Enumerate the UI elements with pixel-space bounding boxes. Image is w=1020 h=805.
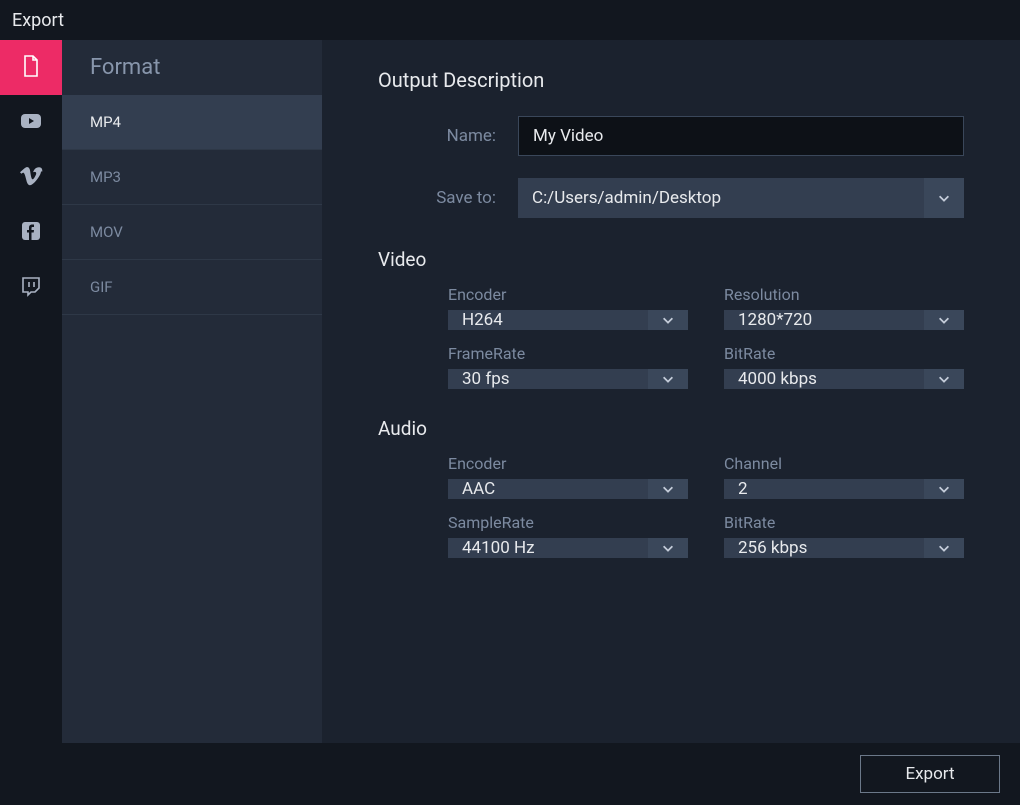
chevron-down-icon: [648, 538, 688, 558]
audio-encoder-label: Encoder: [448, 454, 688, 473]
export-button-label: Export: [905, 764, 954, 784]
video-encoder-dropdown[interactable]: H264: [448, 310, 688, 330]
facebook-icon: [19, 219, 43, 247]
sidebar-item-file[interactable]: [0, 40, 62, 95]
video-bitrate-value: 4000 kbps: [724, 369, 924, 389]
video-resolution-dropdown[interactable]: 1280*720: [724, 310, 964, 330]
audio-bitrate-value: 256 kbps: [724, 538, 924, 558]
format-item-gif[interactable]: GIF: [62, 260, 322, 315]
chevron-down-icon: [648, 479, 688, 499]
video-framerate-dropdown[interactable]: 30 fps: [448, 369, 688, 389]
video-resolution-field: Resolution 1280*720: [724, 285, 964, 330]
audio-channel-field: Channel 2: [724, 454, 964, 499]
video-encoder-field: Encoder H264: [448, 285, 688, 330]
chevron-down-icon: [648, 310, 688, 330]
sidebar-item-facebook[interactable]: [0, 205, 62, 260]
video-resolution-label: Resolution: [724, 285, 964, 304]
format-item-label: MP3: [90, 168, 121, 186]
name-row: Name:: [378, 116, 964, 156]
video-bitrate-label: BitRate: [724, 344, 964, 363]
saveto-dropdown[interactable]: C:/Users/admin/Desktop: [518, 178, 964, 218]
content-panel: Output Description Name: Save to: C:/Use…: [322, 40, 1020, 743]
video-framerate-value: 30 fps: [448, 369, 648, 389]
audio-grid: Encoder AAC Channel 2 SampleRa: [378, 454, 964, 558]
saveto-value: C:/Users/admin/Desktop: [518, 178, 924, 218]
video-framerate-label: FrameRate: [448, 344, 688, 363]
export-button[interactable]: Export: [860, 755, 1000, 793]
audio-section-title: Audio: [378, 417, 964, 440]
saveto-label: Save to:: [378, 188, 518, 208]
twitch-icon: [19, 274, 43, 302]
audio-encoder-dropdown[interactable]: AAC: [448, 479, 688, 499]
chevron-down-icon: [924, 310, 964, 330]
audio-bitrate-dropdown[interactable]: 256 kbps: [724, 538, 964, 558]
video-encoder-label: Encoder: [448, 285, 688, 304]
audio-samplerate-label: SampleRate: [448, 513, 688, 532]
audio-channel-dropdown[interactable]: 2: [724, 479, 964, 499]
titlebar: Export: [0, 0, 1020, 40]
format-item-mp4[interactable]: MP4: [62, 95, 322, 150]
sidebar-item-twitch[interactable]: [0, 260, 62, 315]
sidebar: [0, 40, 62, 743]
video-bitrate-dropdown[interactable]: 4000 kbps: [724, 369, 964, 389]
sidebar-item-youtube[interactable]: [0, 95, 62, 150]
sidebar-item-vimeo[interactable]: [0, 150, 62, 205]
format-item-label: MP4: [90, 113, 121, 131]
audio-encoder-value: AAC: [448, 479, 648, 499]
format-item-mov[interactable]: MOV: [62, 205, 322, 260]
chevron-down-icon: [924, 369, 964, 389]
footer: Export: [0, 743, 1020, 805]
audio-channel-value: 2: [724, 479, 924, 499]
chevron-down-icon: [648, 369, 688, 389]
name-input[interactable]: [518, 116, 964, 156]
audio-encoder-field: Encoder AAC: [448, 454, 688, 499]
output-section-title: Output Description: [378, 68, 964, 92]
video-bitrate-field: BitRate 4000 kbps: [724, 344, 964, 389]
saveto-row: Save to: C:/Users/admin/Desktop: [378, 178, 964, 218]
format-item-label: MOV: [90, 223, 123, 241]
video-section-title: Video: [378, 248, 964, 271]
audio-bitrate-field: BitRate 256 kbps: [724, 513, 964, 558]
name-label: Name:: [378, 126, 518, 146]
video-resolution-value: 1280*720: [724, 310, 924, 330]
file-icon: [19, 54, 43, 82]
chevron-down-icon: [924, 178, 964, 218]
vimeo-icon: [19, 164, 43, 192]
audio-bitrate-label: BitRate: [724, 513, 964, 532]
format-item-mp3[interactable]: MP3: [62, 150, 322, 205]
format-item-label: GIF: [90, 278, 113, 296]
audio-samplerate-value: 44100 Hz: [448, 538, 648, 558]
audio-samplerate-field: SampleRate 44100 Hz: [448, 513, 688, 558]
window-title: Export: [12, 10, 64, 31]
format-header: Format: [62, 40, 322, 95]
audio-channel-label: Channel: [724, 454, 964, 473]
video-encoder-value: H264: [448, 310, 648, 330]
video-grid: Encoder H264 Resolution 1280*720: [378, 285, 964, 389]
audio-samplerate-dropdown[interactable]: 44100 Hz: [448, 538, 688, 558]
youtube-icon: [19, 109, 43, 137]
chevron-down-icon: [924, 538, 964, 558]
format-column: Format MP4 MP3 MOV GIF: [62, 40, 322, 743]
main-area: Format MP4 MP3 MOV GIF Output Descriptio…: [0, 40, 1020, 743]
chevron-down-icon: [924, 479, 964, 499]
close-button[interactable]: [990, 11, 1008, 29]
video-framerate-field: FrameRate 30 fps: [448, 344, 688, 389]
